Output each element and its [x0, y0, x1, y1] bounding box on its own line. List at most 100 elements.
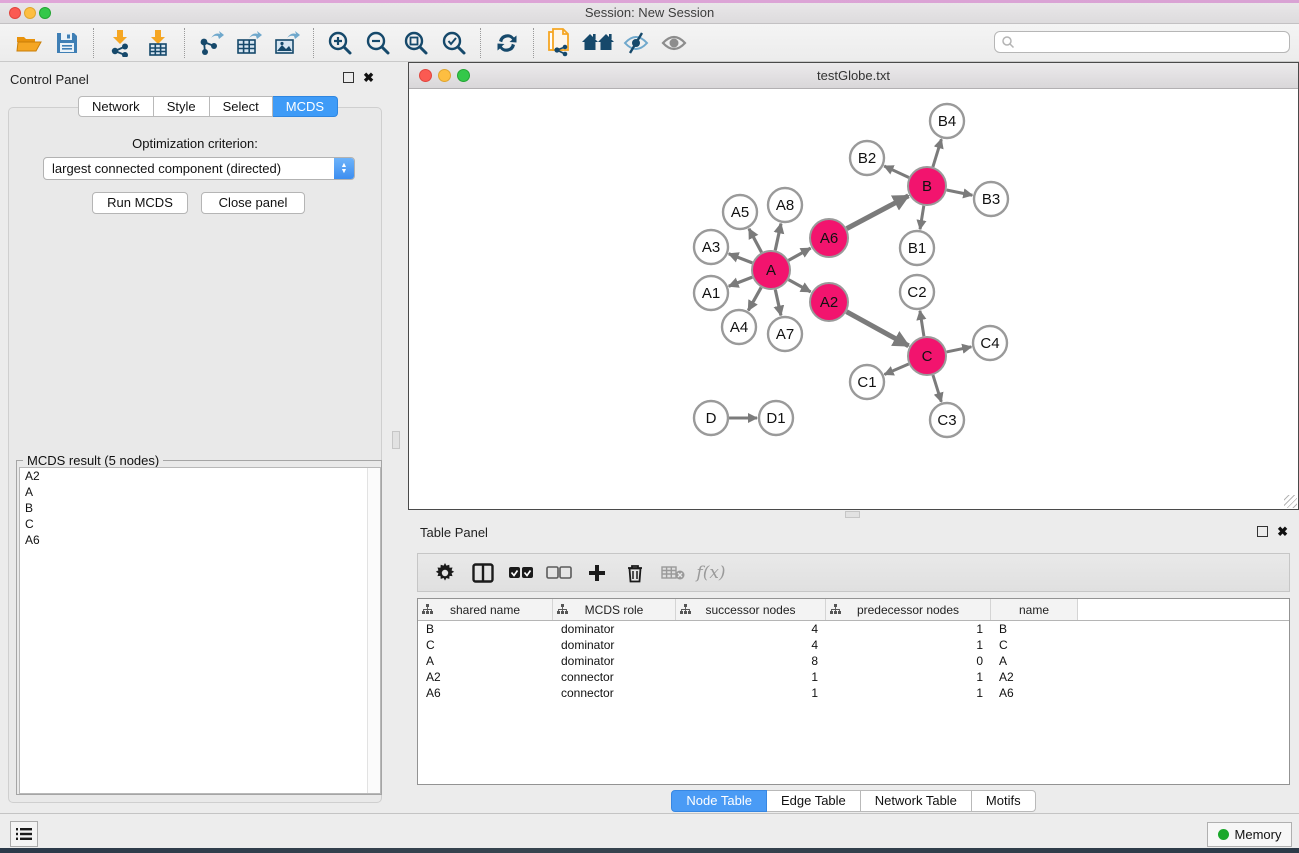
network-node-A7[interactable]: A7: [768, 317, 802, 351]
network-node-C[interactable]: C: [908, 337, 946, 375]
table-cell-successor-nodes[interactable]: 4: [676, 637, 826, 653]
table-row[interactable]: A6connector11A6: [418, 685, 1289, 701]
network-node-C4[interactable]: C4: [973, 326, 1007, 360]
column-header-mcds-role[interactable]: MCDS role: [553, 599, 676, 620]
new-network-from-file-icon[interactable]: [543, 28, 577, 58]
network-edge-A-A8[interactable]: [775, 224, 781, 251]
result-scrollbar[interactable]: [367, 468, 380, 793]
network-edge-C-C2[interactable]: [920, 311, 924, 336]
network-edge-A-A4[interactable]: [748, 287, 761, 310]
run-mcds-button[interactable]: Run MCDS: [92, 192, 188, 214]
network-node-A2[interactable]: A2: [810, 283, 848, 321]
table-cell-name[interactable]: A2: [991, 669, 1078, 685]
close-panel-icon[interactable]: ✖: [1277, 526, 1288, 537]
table-row[interactable]: Adominator80A: [418, 653, 1289, 669]
float-panel-icon[interactable]: [343, 72, 354, 83]
table-cell-successor-nodes[interactable]: 8: [676, 653, 826, 669]
vertical-splitter-handle[interactable]: [392, 431, 400, 449]
export-image-icon[interactable]: [270, 28, 304, 58]
column-header-shared-name[interactable]: shared name: [418, 599, 553, 620]
table-row[interactable]: Bdominator41B: [418, 621, 1289, 637]
table-cell-shared-name[interactable]: A6: [418, 685, 553, 701]
network-edge-A-A6[interactable]: [789, 248, 811, 260]
network-minimize-button[interactable]: [438, 69, 451, 82]
close-panel-button[interactable]: Close panel: [201, 192, 305, 214]
network-close-button[interactable]: [419, 69, 432, 82]
deselect-all-checkbox-icon[interactable]: [544, 559, 574, 587]
hide-graphics-icon[interactable]: [619, 28, 653, 58]
delete-icon[interactable]: [620, 559, 650, 587]
network-node-B[interactable]: B: [908, 167, 946, 205]
network-node-B1[interactable]: B1: [900, 231, 934, 265]
network-node-D[interactable]: D: [694, 401, 728, 435]
table-cell-predecessor-nodes[interactable]: 1: [826, 637, 991, 653]
gear-icon[interactable]: [430, 559, 460, 587]
network-node-A[interactable]: A: [752, 251, 790, 289]
network-edge-A-A2[interactable]: [789, 280, 811, 292]
network-edge-C-C3[interactable]: [933, 375, 941, 402]
tab-style[interactable]: Style: [154, 96, 210, 117]
network-node-C3[interactable]: C3: [930, 403, 964, 437]
table-row[interactable]: Cdominator41C: [418, 637, 1289, 653]
column-layout-icon[interactable]: [468, 559, 498, 587]
select-all-checkbox-icon[interactable]: [506, 559, 536, 587]
table-cell-predecessor-nodes[interactable]: 1: [826, 621, 991, 637]
column-header-predecessor-nodes[interactable]: predecessor nodes: [826, 599, 991, 620]
network-edge-A2-C[interactable]: [847, 312, 909, 346]
search-box[interactable]: [994, 31, 1290, 53]
tab-motifs[interactable]: Motifs: [972, 790, 1036, 812]
open-session-icon[interactable]: [12, 28, 46, 58]
zoom-window-button[interactable]: [39, 7, 51, 19]
close-panel-icon[interactable]: ✖: [363, 72, 374, 83]
table-cell-name[interactable]: C: [991, 637, 1078, 653]
network-node-A3[interactable]: A3: [694, 230, 728, 264]
network-window-titlebar[interactable]: testGlobe.txt: [409, 63, 1298, 89]
table-cell-predecessor-nodes[interactable]: 1: [826, 685, 991, 701]
save-session-icon[interactable]: [50, 28, 84, 58]
table-cell-shared-name[interactable]: C: [418, 637, 553, 653]
network-node-B2[interactable]: B2: [850, 141, 884, 175]
refresh-icon[interactable]: [490, 28, 524, 58]
tab-select[interactable]: Select: [210, 96, 273, 117]
network-node-C1[interactable]: C1: [850, 365, 884, 399]
tab-edge-table[interactable]: Edge Table: [767, 790, 861, 812]
table-cell-name[interactable]: A6: [991, 685, 1078, 701]
network-edge-B-B4[interactable]: [933, 139, 942, 167]
network-node-A6[interactable]: A6: [810, 219, 848, 257]
result-item[interactable]: A6: [20, 532, 380, 548]
table-cell-name[interactable]: A: [991, 653, 1078, 669]
table-cell-mcds-role[interactable]: dominator: [553, 637, 676, 653]
column-header-successor-nodes[interactable]: successor nodes: [676, 599, 826, 620]
table-cell-shared-name[interactable]: A2: [418, 669, 553, 685]
import-network-icon[interactable]: [103, 28, 137, 58]
table-cell-predecessor-nodes[interactable]: 0: [826, 653, 991, 669]
optimization-criterion-dropdown[interactable]: largest connected component (directed) ▲…: [43, 157, 355, 180]
table-cell-mcds-role[interactable]: dominator: [553, 621, 676, 637]
zoom-fit-icon[interactable]: [399, 28, 433, 58]
network-edge-B-B3[interactable]: [947, 190, 973, 195]
close-window-button[interactable]: [9, 7, 21, 19]
network-node-A4[interactable]: A4: [722, 310, 756, 344]
result-item[interactable]: A2: [20, 468, 380, 484]
search-input[interactable]: [1015, 33, 1289, 51]
result-item[interactable]: B: [20, 500, 380, 516]
table-cell-name[interactable]: B: [991, 621, 1078, 637]
zoom-selected-icon[interactable]: [437, 28, 471, 58]
network-edge-B-B1[interactable]: [920, 206, 924, 229]
tab-node-table[interactable]: Node Table: [671, 790, 767, 812]
memory-button[interactable]: Memory: [1207, 822, 1292, 847]
home-icon[interactable]: [581, 28, 615, 58]
table-cell-shared-name[interactable]: A: [418, 653, 553, 669]
window-resize-grip[interactable]: [1284, 495, 1297, 508]
network-node-A5[interactable]: A5: [723, 195, 757, 229]
tab-network[interactable]: Network: [78, 96, 154, 117]
network-edge-A-A7[interactable]: [775, 290, 781, 316]
network-node-A1[interactable]: A1: [694, 276, 728, 310]
float-panel-icon[interactable]: [1257, 526, 1268, 537]
show-graphics-icon[interactable]: [657, 28, 691, 58]
task-history-button[interactable]: [10, 821, 38, 847]
table-cell-mcds-role[interactable]: dominator: [553, 653, 676, 669]
column-header-name[interactable]: name: [991, 599, 1078, 620]
network-edge-C-C4[interactable]: [947, 347, 972, 352]
zoom-in-icon[interactable]: [323, 28, 357, 58]
